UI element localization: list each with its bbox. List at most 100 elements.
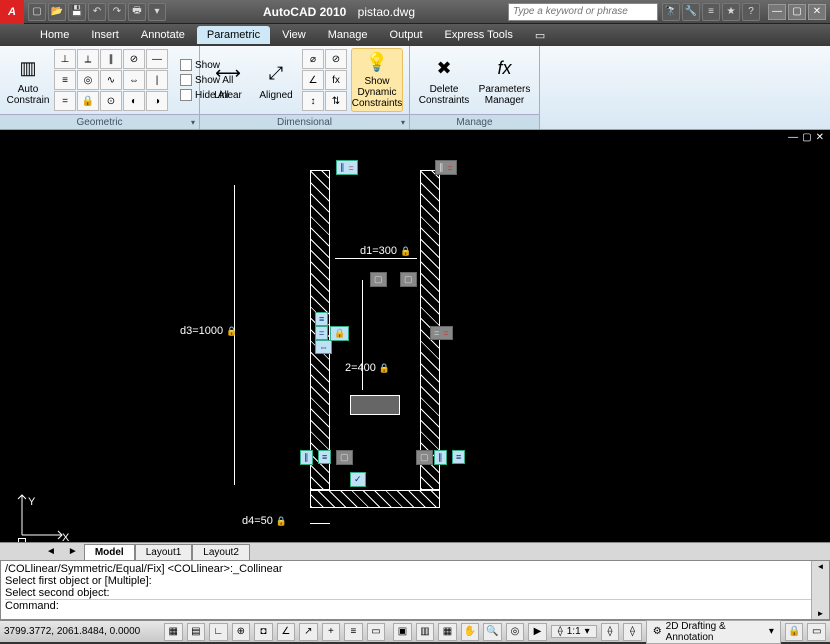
tab-manage[interactable]: Manage	[318, 26, 378, 44]
ortho-icon[interactable]: ∟	[209, 623, 228, 641]
parallel-icon[interactable]: ∥	[100, 49, 122, 69]
tab-view[interactable]: View	[272, 26, 316, 44]
constraint-equal-badge[interactable]: =	[315, 326, 328, 340]
infocenter-comm-icon[interactable]: ≡	[702, 3, 720, 21]
scroll-left-icon[interactable]: ◄	[816, 561, 826, 572]
osnap-icon[interactable]: ◘	[254, 623, 273, 641]
auto-constrain-button[interactable]: ▥ Auto Constrain	[6, 48, 50, 112]
delete-constraints-button[interactable]: ✖ Delete Constraints	[416, 48, 472, 112]
panel-dimensional-title[interactable]: Dimensional▾	[200, 114, 409, 129]
tab-output[interactable]: Output	[380, 26, 433, 44]
dim-diameter-icon[interactable]: ⊘	[325, 49, 347, 69]
dim-d1[interactable]: d1=300🔒	[360, 245, 411, 257]
ducs-icon[interactable]: ↗	[299, 623, 318, 641]
collinear-icon[interactable]: ≡	[54, 70, 76, 90]
panel-geometric-title[interactable]: Geometric▾	[0, 114, 199, 129]
otrack-icon[interactable]: ∠	[277, 623, 296, 641]
tangent-icon[interactable]: ⊘	[123, 49, 145, 69]
qat-dropdown-icon[interactable]: ▾	[148, 3, 166, 21]
qat-print-icon[interactable]: 🖶	[128, 3, 146, 21]
lwt-icon[interactable]: ≡	[344, 623, 363, 641]
constraint-collinear-badge[interactable]: ≡	[318, 450, 331, 464]
dim-convert-icon[interactable]: fx	[325, 70, 347, 90]
quick-view-drawings-icon[interactable]: ▦	[438, 623, 457, 641]
tab-annotate[interactable]: Annotate	[131, 26, 195, 44]
constraint-badge-gray[interactable]: ▢	[336, 450, 353, 465]
constraint-badge-gray[interactable]: ▢	[370, 272, 387, 287]
zoom-icon[interactable]: 🔍	[483, 623, 502, 641]
qp-icon[interactable]: ▭	[367, 623, 386, 641]
constraint-symmetric-badge[interactable]: ⇔	[315, 340, 332, 354]
constraint-collinear-badge[interactable]: ≡	[315, 312, 328, 326]
showmotion-icon[interactable]: ▶	[528, 623, 547, 641]
model-space-icon[interactable]: ▣	[393, 623, 412, 641]
dim-6-icon[interactable]: ⇅	[325, 91, 347, 111]
constraint-parallel-badge[interactable]: ∥	[300, 450, 313, 465]
tab-extra-icon[interactable]: ▭	[525, 26, 555, 45]
coincident-icon[interactable]: ⊥	[54, 49, 76, 69]
constraint-collinear-badge[interactable]: ≡	[452, 450, 465, 464]
dim-d2[interactable]: 2=400🔒	[345, 362, 390, 374]
app-logo[interactable]: A	[0, 0, 24, 24]
perpendicular-icon[interactable]: ⟂	[77, 49, 99, 69]
infocenter-binoculars-icon[interactable]: 🔭	[662, 3, 680, 21]
constraint-parallel-badge[interactable]: ∥	[435, 160, 457, 175]
layout-tab-layout2[interactable]: Layout2	[192, 544, 250, 560]
infocenter-help-icon[interactable]: ?	[742, 3, 760, 21]
constraint-parallel-badge[interactable]: ∥	[336, 160, 358, 175]
qat-new-icon[interactable]: ▢	[28, 3, 46, 21]
toolbar-lock-icon[interactable]: 🔒	[785, 623, 804, 641]
aligned-button[interactable]: ⤢ Aligned	[254, 48, 298, 112]
horizontal-icon[interactable]: —	[146, 49, 168, 69]
pan-icon[interactable]: ✋	[461, 623, 480, 641]
workspace-switcher[interactable]: ⚙ 2D Drafting & Annotation ▾	[646, 620, 781, 644]
c13-icon[interactable]: ⊙	[100, 91, 122, 111]
tab-home[interactable]: Home	[30, 26, 79, 44]
c14-icon[interactable]: ◐	[123, 91, 145, 111]
qat-redo-icon[interactable]: ↷	[108, 3, 126, 21]
equal-icon[interactable]: =	[54, 91, 76, 111]
scroll-right-icon[interactable]: ►	[816, 608, 826, 619]
hatch-bottom-slab[interactable]	[310, 490, 440, 508]
constraint-equal-badge[interactable]: =	[430, 326, 453, 340]
qat-undo-icon[interactable]: ↶	[88, 3, 106, 21]
grid-icon[interactable]: ▤	[187, 623, 206, 641]
rect-center[interactable]	[350, 395, 400, 415]
concentric-icon[interactable]: ◎	[77, 70, 99, 90]
viewport-minimize-icon[interactable]: —	[788, 132, 798, 143]
layout-tab-model[interactable]: Model	[84, 544, 135, 560]
maximize-button[interactable]: ▢	[788, 4, 806, 20]
quick-view-layouts-icon[interactable]: ▥	[416, 623, 435, 641]
annotation-autoscale-icon[interactable]: ⟠	[623, 623, 642, 641]
symmetric-icon[interactable]: ⇔	[123, 70, 145, 90]
coordinates-display[interactable]: 3799.3772, 2061.8484, 0.0000	[4, 626, 160, 637]
annotation-visibility-icon[interactable]: ⟠	[601, 623, 620, 641]
constraint-badge-gray[interactable]: ▢	[416, 450, 433, 465]
c15-icon[interactable]: ◑	[146, 91, 168, 111]
smooth-icon[interactable]: ∿	[100, 70, 122, 90]
vertical-icon[interactable]: |	[146, 70, 168, 90]
command-prompt[interactable]: Command:	[5, 599, 825, 612]
search-input[interactable]	[508, 3, 658, 21]
dim-radius-icon[interactable]: ⌀	[302, 49, 324, 69]
steering-wheel-icon[interactable]: ◎	[506, 623, 525, 641]
constraint-badge-gray[interactable]: ▢	[400, 272, 417, 287]
viewport-close-icon[interactable]: ✕	[816, 132, 824, 143]
fix-icon[interactable]: 🔒	[77, 91, 99, 111]
dim-5-icon[interactable]: ↕	[302, 91, 324, 111]
command-window[interactable]: /COLlinear/Symmetric/Equal/Fix] <COLline…	[0, 560, 830, 620]
constraint-parallel-badge[interactable]: ∥	[434, 450, 447, 465]
layout-next-icon[interactable]: ►	[62, 546, 84, 557]
minimize-button[interactable]: —	[768, 4, 786, 20]
dim-angular-icon[interactable]: ∠	[302, 70, 324, 90]
command-scrollbar[interactable]: ◄ ►	[811, 561, 829, 619]
tab-insert[interactable]: Insert	[81, 26, 129, 44]
dim-d4[interactable]: d4=50🔒	[242, 515, 287, 527]
drawing-area[interactable]: — ▢ ✕ d3=1000🔒 d1=300🔒 2=400🔒 d4=50🔒 ∥ ∥…	[0, 130, 830, 560]
layout-prev-icon[interactable]: ◄	[40, 546, 62, 557]
tab-parametric[interactable]: Parametric	[197, 26, 270, 44]
infocenter-star-icon[interactable]: ★	[722, 3, 740, 21]
viewport-maximize-icon[interactable]: ▢	[802, 132, 811, 143]
qat-save-icon[interactable]: 💾	[68, 3, 86, 21]
layout-tab-layout1[interactable]: Layout1	[135, 544, 193, 560]
